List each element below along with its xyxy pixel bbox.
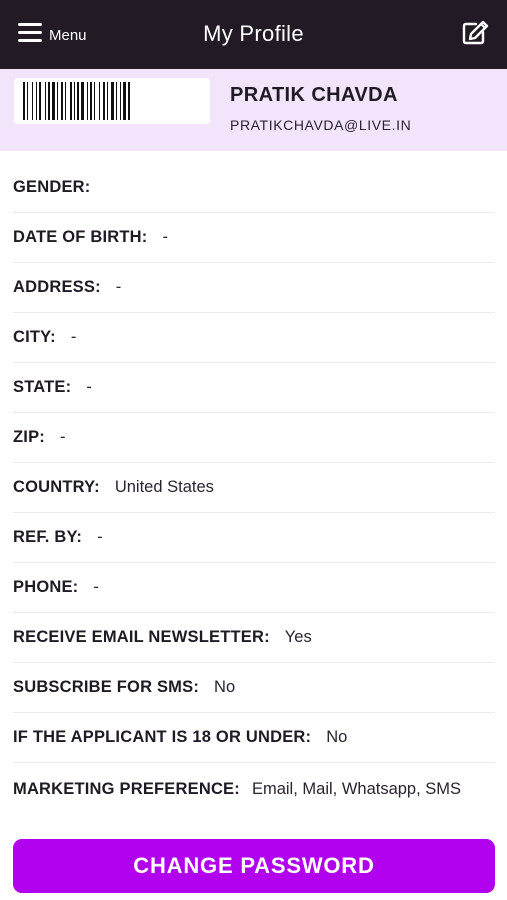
field-label: ADDRESS: — [13, 278, 101, 296]
field-label: STATE: — [13, 378, 72, 396]
field-value: - — [162, 228, 168, 246]
field-value: United States — [114, 478, 214, 496]
profile-details-list: GENDER: DATE OF BIRTH: - ADDRESS: - CITY… — [13, 163, 495, 835]
field-label: SUBSCRIBE FOR SMS: — [13, 678, 200, 696]
field-row-zip: ZIP: - — [13, 413, 495, 463]
field-value: - — [93, 578, 99, 596]
field-row-country: COUNTRY: United States — [13, 463, 495, 513]
field-row-subscribe-sms: SUBSCRIBE FOR SMS: No — [13, 663, 495, 713]
top-app-bar: Menu My Profile — [0, 0, 507, 69]
field-label: CITY: — [13, 328, 56, 346]
field-label: REF. BY: — [13, 528, 83, 546]
field-value: No — [326, 728, 348, 746]
field-row-address: ADDRESS: - — [13, 263, 495, 313]
field-label: IF THE APPLICANT IS 18 OR UNDER: — [13, 728, 312, 746]
barcode-icon — [23, 82, 130, 120]
field-row-marketing-preference: MARKETING PREFERENCE: Email, Mail, Whatsa… — [13, 763, 495, 835]
field-row-phone: PHONE: - — [13, 563, 495, 613]
field-row-gender: GENDER: — [13, 163, 495, 213]
page-title: My Profile — [203, 21, 304, 46]
field-row-ref-by: REF. BY: - — [13, 513, 495, 563]
field-label: RECEIVE EMAIL NEWSLETTER: — [13, 628, 270, 646]
field-value: - — [59, 428, 66, 446]
field-row-applicant-under-18: IF THE APPLICANT IS 18 OR UNDER: No — [13, 713, 495, 763]
field-label: MARKETING PREFERENCE: — [13, 780, 240, 798]
field-row-state: STATE: - — [13, 363, 495, 413]
field-label: GENDER: — [13, 178, 91, 196]
field-label: COUNTRY: — [13, 478, 100, 496]
field-value: No — [214, 678, 236, 696]
field-value: Email, Mail, Whatsapp, SMS — [251, 780, 462, 798]
edit-profile-button[interactable] — [461, 20, 489, 46]
field-value: Yes — [284, 628, 312, 646]
edit-icon — [462, 20, 489, 45]
field-value: - — [86, 378, 92, 396]
field-label: ZIP: — [13, 428, 45, 446]
field-value: - — [115, 278, 122, 296]
change-password-button[interactable]: CHANGE PASSWORD — [13, 839, 495, 893]
field-row-date-of-birth: DATE OF BIRTH: - — [13, 213, 495, 263]
profile-header: PRATIK CHAVDA PRATIKCHAVDA@LIVE.IN — [0, 69, 507, 151]
membership-barcode — [14, 78, 210, 124]
field-row-city: CITY: - — [13, 313, 495, 363]
field-value: - — [70, 328, 77, 346]
field-label: DATE OF BIRTH: — [13, 228, 148, 246]
profile-name: PRATIK CHAVDA — [230, 84, 398, 106]
field-value: - — [97, 528, 103, 546]
profile-email: PRATIKCHAVDA@LIVE.IN — [230, 117, 412, 133]
field-row-email-newsletter: RECEIVE EMAIL NEWSLETTER: Yes — [13, 613, 495, 663]
field-label: PHONE: — [13, 578, 79, 596]
